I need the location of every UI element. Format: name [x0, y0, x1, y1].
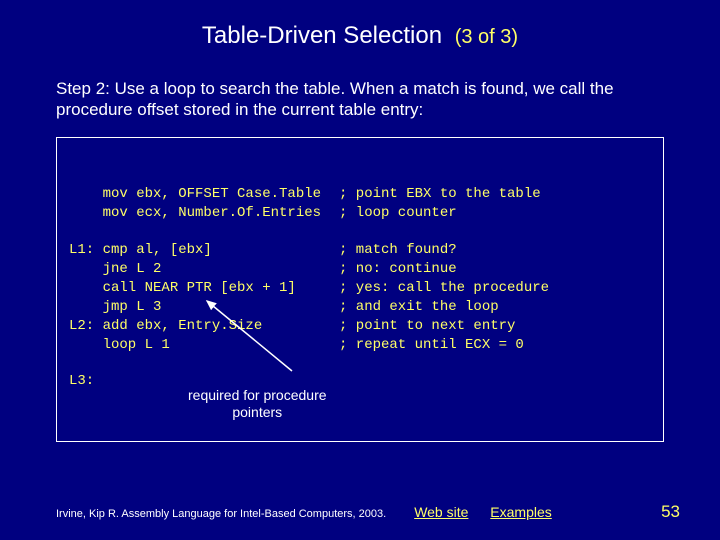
code-comment: ; match found? — [339, 241, 651, 260]
code-instruction: jmp L 3 — [69, 298, 339, 317]
code-instruction: loop L 1 — [69, 336, 339, 355]
arrow-caption: required for procedure pointers — [188, 387, 327, 421]
code-row: L1: cmp al, [ebx]; match found? — [69, 241, 651, 260]
website-link[interactable]: Web site — [414, 504, 468, 520]
slide-title: Table-Driven Selection (3 of 3) — [0, 0, 720, 50]
code-comment: ; yes: call the procedure — [339, 279, 651, 298]
step-description: Step 2: Use a loop to search the table. … — [0, 50, 720, 121]
code-row: call NEAR PTR [ebx + 1]; yes: call the p… — [69, 279, 651, 298]
code-row: L2: add ebx, Entry.Size; point to next e… — [69, 317, 651, 336]
code-instruction: jne L 2 — [69, 260, 339, 279]
code-comment: ; loop counter — [339, 204, 651, 223]
code-row: mov ecx, Number.Of.Entries; loop counter — [69, 204, 651, 223]
code-instruction: L1: cmp al, [ebx] — [69, 241, 339, 260]
caption-line2: pointers — [232, 404, 282, 420]
code-comment: ; no: continue — [339, 260, 651, 279]
code-comment: ; repeat until ECX = 0 — [339, 336, 651, 355]
code-row: jne L 2; no: continue — [69, 260, 651, 279]
caption-line1: required for procedure — [188, 387, 327, 403]
page-number: 53 — [661, 502, 680, 522]
code-comment: ; point EBX to the table — [339, 185, 651, 204]
title-main: Table-Driven Selection — [202, 22, 442, 49]
code-instruction: mov ecx, Number.Of.Entries — [69, 204, 339, 223]
code-comment: ; and exit the loop — [339, 298, 651, 317]
code-comment: ; point to next entry — [339, 317, 651, 336]
title-sub: (3 of 3) — [455, 26, 518, 48]
code-row: mov ebx, OFFSET Case.Table; point EBX to… — [69, 185, 651, 204]
footer-credit: Irvine, Kip R. Assembly Language for Int… — [56, 508, 386, 520]
code-comment — [339, 372, 651, 391]
code-instruction: call NEAR PTR [ebx + 1] — [69, 279, 339, 298]
code-row: loop L 1; repeat until ECX = 0 — [69, 336, 651, 355]
code-row: jmp L 3; and exit the loop — [69, 298, 651, 317]
code-row: L3: — [69, 372, 651, 391]
code-blank-row — [69, 223, 651, 241]
examples-link[interactable]: Examples — [490, 504, 551, 520]
footer: Irvine, Kip R. Assembly Language for Int… — [0, 502, 720, 522]
code-instruction: L2: add ebx, Entry.Size — [69, 317, 339, 336]
code-blank-row — [69, 354, 651, 372]
code-listing: mov ebx, OFFSET Case.Table; point EBX to… — [56, 137, 664, 443]
footer-links: Web site Examples — [414, 504, 570, 520]
code-instruction: mov ebx, OFFSET Case.Table — [69, 185, 339, 204]
